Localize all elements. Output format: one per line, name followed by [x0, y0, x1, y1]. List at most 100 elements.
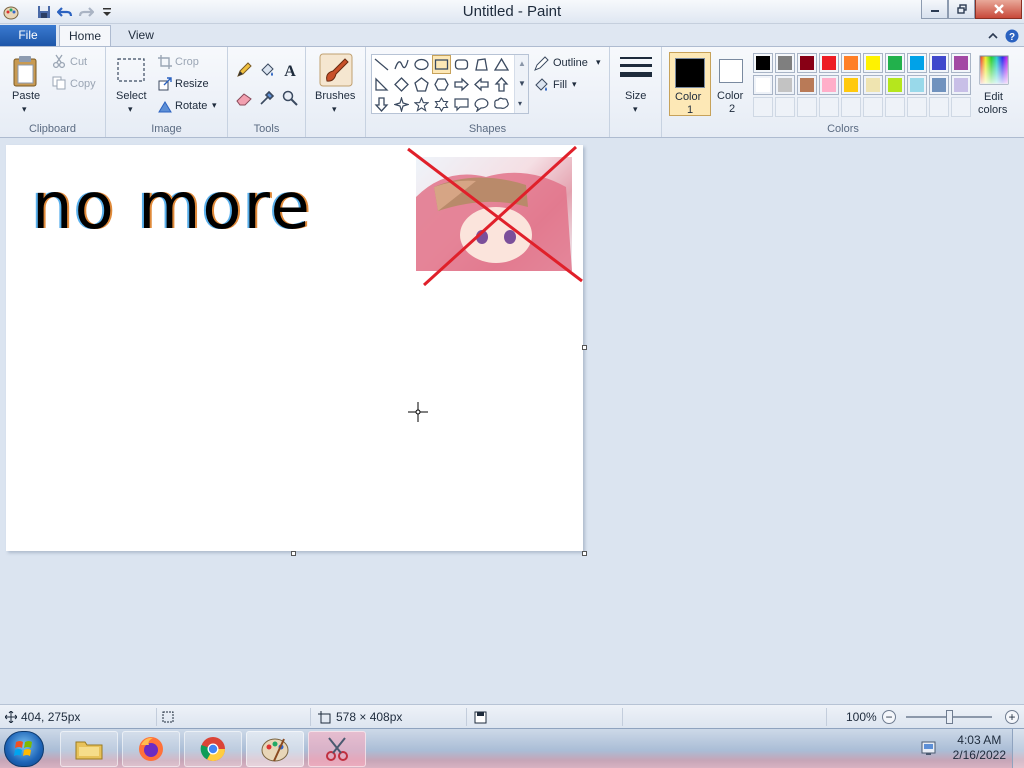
four-point-star-shape-icon[interactable]: [392, 95, 411, 114]
palette-swatch[interactable]: [863, 75, 883, 95]
shapes-scroll[interactable]: ▲ ▼ ▾: [514, 55, 528, 113]
up-arrow-shape-icon[interactable]: [492, 75, 511, 94]
down-arrow-shape-icon[interactable]: [372, 95, 391, 114]
drawing-canvas[interactable]: no more: [6, 145, 583, 551]
palette-swatch[interactable]: [951, 53, 971, 73]
show-desktop-button[interactable]: [1012, 729, 1024, 768]
palette-swatch[interactable]: [753, 75, 773, 95]
five-point-star-shape-icon[interactable]: [412, 95, 431, 114]
palette-swatch[interactable]: [753, 53, 773, 73]
hexagon-shape-icon[interactable]: [432, 75, 451, 94]
paste-dropdown-icon[interactable]: ▾: [22, 104, 27, 115]
edit-colors-label-1[interactable]: Edit: [984, 91, 1003, 103]
palette-swatch[interactable]: [885, 53, 905, 73]
cut-label[interactable]: Cut: [70, 56, 87, 68]
scissors-icon[interactable]: [52, 54, 66, 68]
color2-selector[interactable]: Color 2: [712, 52, 754, 116]
resize-handle-corner[interactable]: [582, 551, 587, 556]
crop-label[interactable]: Crop: [175, 56, 199, 68]
tab-view[interactable]: View: [118, 25, 164, 46]
palette-swatch-empty[interactable]: [885, 97, 905, 117]
palette-swatch[interactable]: [841, 53, 861, 73]
palette-swatch-empty[interactable]: [819, 97, 839, 117]
right-triangle-shape-icon[interactable]: [372, 75, 391, 94]
minimize-button[interactable]: [921, 0, 948, 19]
zoom-out-button[interactable]: −: [882, 710, 896, 724]
restore-button[interactable]: [948, 0, 975, 19]
resize-handle-right[interactable]: [582, 345, 587, 350]
eraser-icon[interactable]: [233, 87, 255, 109]
resize-handle-bottom[interactable]: [291, 551, 296, 556]
line-shape-icon[interactable]: [372, 55, 391, 74]
size-label[interactable]: Size: [625, 90, 646, 102]
close-button[interactable]: [975, 0, 1022, 19]
right-arrow-shape-icon[interactable]: [452, 75, 471, 94]
palette-swatch[interactable]: [797, 75, 817, 95]
taskbar-file-explorer[interactable]: [60, 731, 118, 767]
pencil-icon[interactable]: [233, 59, 255, 81]
rotate-dropdown-icon[interactable]: ▾: [212, 100, 217, 111]
oval-callout-shape-icon[interactable]: [472, 95, 491, 114]
rounded-rectangle-shape-icon[interactable]: [452, 55, 471, 74]
curve-shape-icon[interactable]: [392, 55, 411, 74]
size-icon[interactable]: [620, 55, 652, 85]
copy-icon[interactable]: [52, 76, 66, 90]
select-dropdown-icon[interactable]: ▾: [128, 104, 133, 115]
palette-swatch[interactable]: [775, 53, 795, 73]
color-picker-icon[interactable]: [256, 87, 278, 109]
rect-callout-shape-icon[interactable]: [452, 95, 471, 114]
tray-clock[interactable]: 4:03 AM 2/16/2022: [953, 733, 1006, 763]
palette-swatch[interactable]: [797, 53, 817, 73]
palette-swatch[interactable]: [929, 75, 949, 95]
tab-home[interactable]: Home: [59, 25, 111, 46]
fill-dropdown-icon[interactable]: ▾: [572, 79, 577, 90]
select-icon[interactable]: [116, 57, 146, 83]
palette-swatch[interactable]: [907, 53, 927, 73]
polygon-shape-icon[interactable]: [472, 55, 491, 74]
triangle-shape-icon[interactable]: [492, 55, 511, 74]
edit-colors-label-2[interactable]: colors: [978, 104, 1007, 116]
taskbar-paint[interactable]: [246, 731, 304, 767]
action-center-flag-icon[interactable]: [920, 739, 938, 757]
palette-swatch[interactable]: [951, 75, 971, 95]
resize-icon[interactable]: [158, 77, 172, 91]
palette-swatch[interactable]: [885, 75, 905, 95]
minimize-ribbon-icon[interactable]: [986, 29, 1000, 43]
left-arrow-shape-icon[interactable]: [472, 75, 491, 94]
taskbar-firefox[interactable]: [122, 731, 180, 767]
rotate-label[interactable]: Rotate: [175, 100, 207, 112]
rotate-icon[interactable]: [158, 99, 172, 113]
tab-file[interactable]: File: [0, 25, 56, 46]
pentagon-shape-icon[interactable]: [412, 75, 431, 94]
cloud-callout-shape-icon[interactable]: [492, 95, 511, 114]
magnifier-icon[interactable]: [279, 87, 301, 109]
palette-swatch-empty[interactable]: [907, 97, 927, 117]
zoom-in-button[interactable]: +: [1005, 710, 1019, 724]
brushes-dropdown-icon[interactable]: ▾: [332, 104, 337, 115]
fill-label[interactable]: Fill: [553, 79, 567, 91]
palette-swatch[interactable]: [819, 53, 839, 73]
start-button[interactable]: [4, 731, 44, 767]
taskbar-snipping-tool[interactable]: [308, 731, 366, 767]
diamond-shape-icon[interactable]: [392, 75, 411, 94]
palette-swatch-empty[interactable]: [841, 97, 861, 117]
help-icon[interactable]: ?: [1005, 29, 1019, 43]
palette-swatch-empty[interactable]: [863, 97, 883, 117]
palette-swatch-empty[interactable]: [753, 97, 773, 117]
outline-dropdown-icon[interactable]: ▾: [596, 57, 601, 68]
crop-icon[interactable]: [158, 55, 172, 69]
palette-swatch-empty[interactable]: [951, 97, 971, 117]
fill-icon[interactable]: [533, 77, 549, 93]
palette-swatch[interactable]: [775, 75, 795, 95]
six-point-star-shape-icon[interactable]: [432, 95, 451, 114]
palette-swatch[interactable]: [929, 53, 949, 73]
palette-swatch[interactable]: [907, 75, 927, 95]
palette-swatch[interactable]: [841, 75, 861, 95]
paste-label[interactable]: Paste: [12, 90, 40, 102]
text-tool-icon[interactable]: A: [279, 59, 301, 81]
oval-shape-icon[interactable]: [412, 55, 431, 74]
resize-label[interactable]: Resize: [175, 78, 209, 90]
size-dropdown-icon[interactable]: ▾: [633, 104, 638, 115]
palette-swatch[interactable]: [863, 53, 883, 73]
rectangle-shape-icon[interactable]: [432, 55, 451, 74]
